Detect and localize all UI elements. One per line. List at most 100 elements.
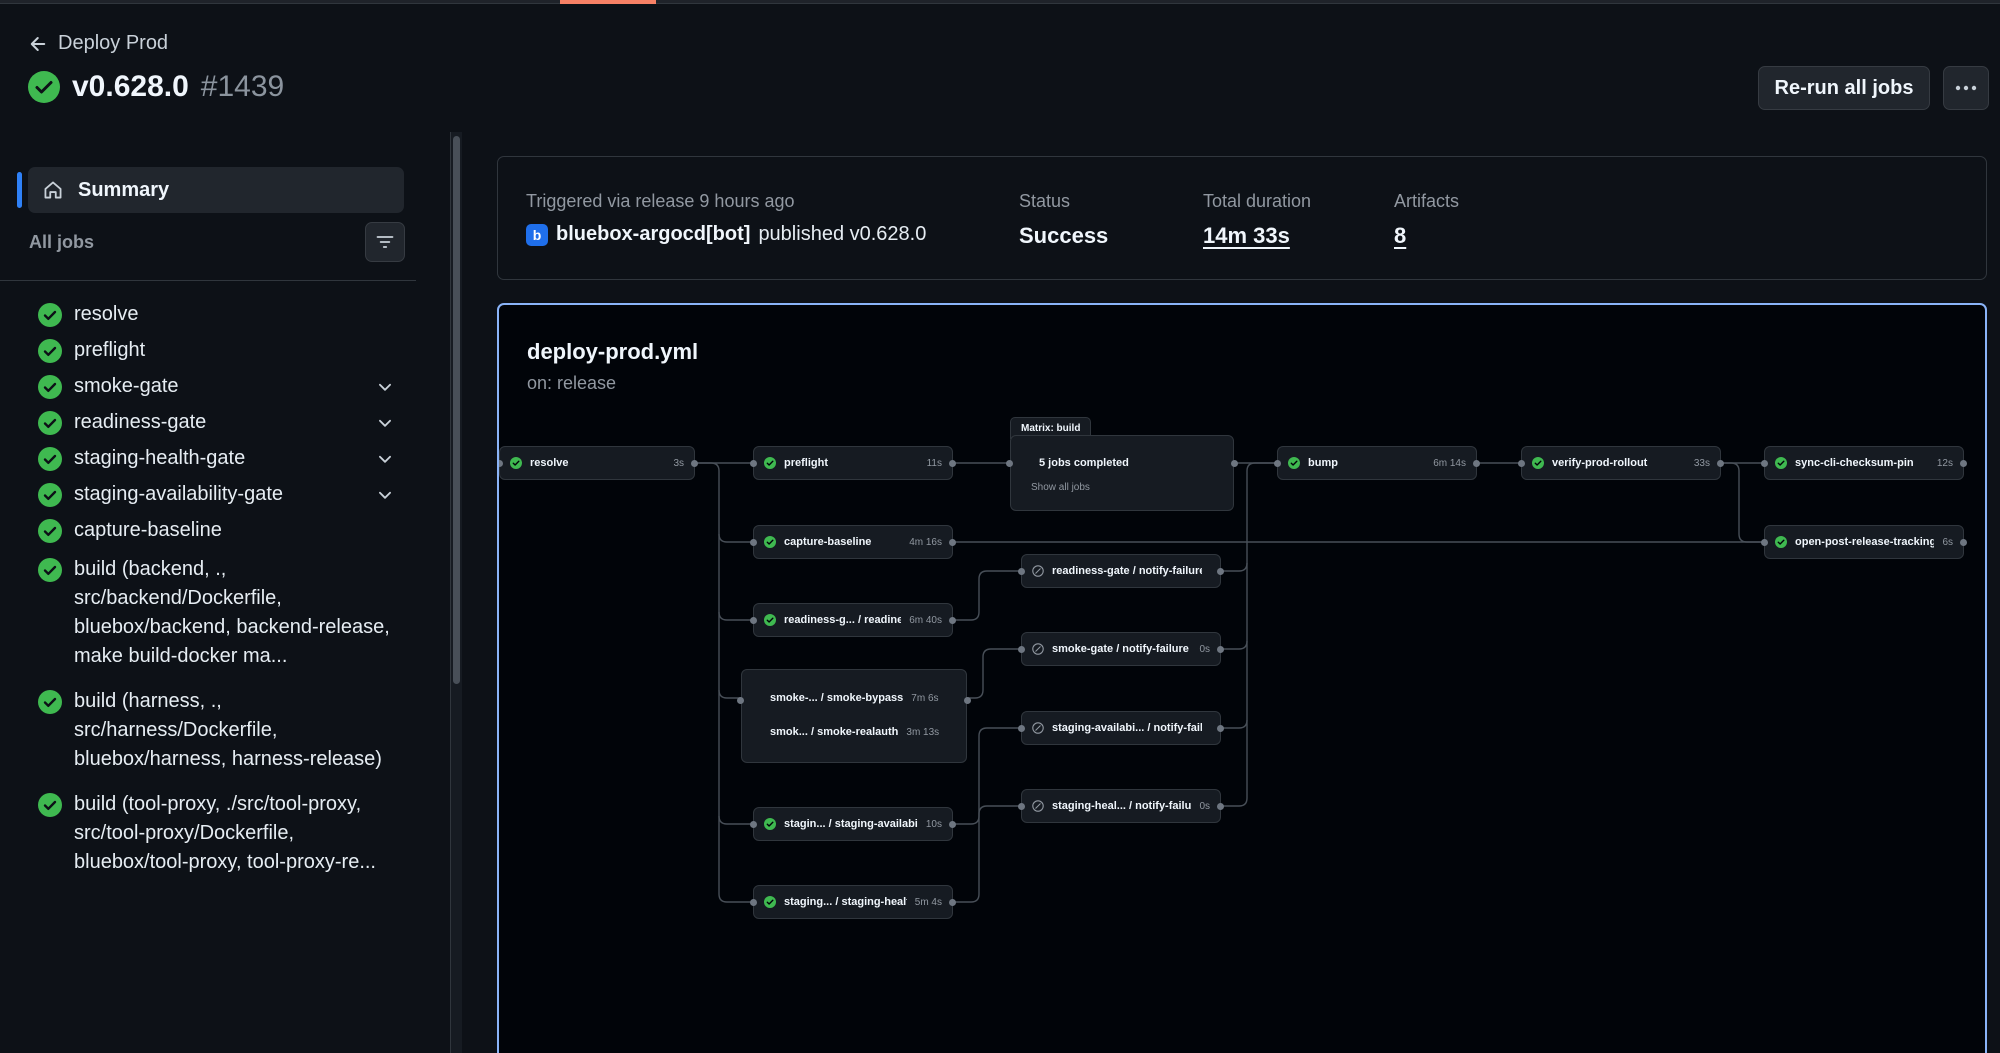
- job-node-smoke-notify[interactable]: smoke-gate / notify-failure 0s: [1021, 632, 1221, 666]
- edge-port: [1018, 725, 1025, 732]
- edge-port: [1217, 725, 1224, 732]
- job-node-staging-availability[interactable]: stagin... / staging-availability 10s: [753, 807, 953, 841]
- sidebar-job-item[interactable]: build (backend, ., src/backend/Dockerfil…: [38, 555, 398, 671]
- edge-port: [1518, 460, 1525, 467]
- job-node-name: capture-baseline: [784, 536, 872, 548]
- matrix-summary: 5 jobs completed: [1031, 457, 1129, 469]
- edge-port: [691, 460, 698, 467]
- trigger-label: Triggered via release 9 hours ago: [526, 191, 795, 211]
- sidebar-job-item[interactable]: staging-health-gate: [38, 444, 398, 473]
- chevron-down-icon[interactable]: [376, 414, 394, 432]
- run-number: #1439: [200, 70, 285, 103]
- job-node-smoke-realauth[interactable]: smok... / smoke-realauth 3m 13s: [762, 726, 939, 738]
- success-check-icon: [764, 457, 776, 469]
- sidebar-divider: [0, 280, 416, 281]
- edge-port: [1006, 460, 1013, 467]
- skipped-icon: [1032, 643, 1044, 655]
- job-node-smoke-bypass[interactable]: smoke-... / smoke-bypass 7m 6s: [762, 692, 939, 704]
- chevron-down-icon[interactable]: [376, 378, 394, 396]
- sidebar-job-item[interactable]: resolve: [38, 300, 398, 329]
- scrollbar-thumb[interactable]: [453, 136, 460, 684]
- run-summary-card: Triggered via release 9 hours ago b blue…: [497, 156, 1987, 280]
- skipped-icon: [1032, 722, 1044, 734]
- job-list: resolve preflight smoke-gate readiness-gate…: [38, 300, 398, 893]
- more-options-button[interactable]: [1943, 66, 1989, 110]
- job-node-duration: 4m 16s: [909, 536, 942, 548]
- edge-port: [964, 697, 971, 704]
- status-value: Success: [1019, 223, 1109, 248]
- sidebar-item-summary[interactable]: Summary: [28, 167, 404, 213]
- job-node-preflight[interactable]: preflight 11s: [753, 446, 953, 480]
- duration-label: Total duration: [1203, 191, 1312, 211]
- success-check-icon: [1288, 457, 1300, 469]
- job-node-name: stagin... / staging-availability: [784, 818, 918, 830]
- graph-edges: [695, 462, 1764, 903]
- job-node-bump[interactable]: bump 6m 14s: [1277, 446, 1477, 480]
- sidebar-job-item[interactable]: readiness-gate: [38, 408, 398, 437]
- edge-port: [1274, 460, 1281, 467]
- sidebar-job-item[interactable]: build (tool-proxy, ./src/tool-proxy, src…: [38, 790, 398, 877]
- success-check-icon: [38, 411, 62, 435]
- edge-port: [750, 899, 757, 906]
- success-check-icon: [764, 614, 776, 626]
- filter-jobs-button[interactable]: [365, 222, 405, 262]
- job-node-staging-heal-notify[interactable]: staging-heal... / notify-failure 0s: [1021, 789, 1221, 823]
- sidebar-job-item[interactable]: smoke-gate: [38, 372, 398, 401]
- job-node-open-tracking[interactable]: open-post-release-tracking 6s: [1764, 525, 1964, 559]
- sidebar-job-item[interactable]: build (harness, ., src/harness/Dockerfil…: [38, 687, 398, 774]
- job-node-duration: 5m 4s: [914, 896, 942, 908]
- rerun-all-jobs-button[interactable]: Re-run all jobs: [1758, 66, 1930, 110]
- job-node-verify[interactable]: verify-prod-rollout 33s: [1521, 446, 1721, 480]
- actor-link[interactable]: bluebox-argocd[bot]: [556, 223, 750, 246]
- job-node-duration: 12s: [1936, 457, 1953, 469]
- duration-link[interactable]: 14m 33s: [1203, 223, 1290, 249]
- artifacts-label: Artifacts: [1394, 191, 1460, 211]
- edge-port: [949, 460, 956, 467]
- job-node-name: staging-heal... / notify-failure: [1052, 800, 1192, 812]
- job-node-name: preflight: [784, 457, 828, 469]
- run-title: v0.628.0 #1439: [28, 70, 284, 104]
- job-node-duration: 7m 6s: [911, 692, 939, 704]
- workflow-graph: deploy-prod.yml on: release resolve 3s pre…: [497, 303, 1987, 1053]
- artifacts-link[interactable]: 8: [1394, 223, 1406, 249]
- filter-icon: [376, 236, 394, 248]
- job-node-resolve[interactable]: resolve 3s: [499, 446, 695, 480]
- job-node-duration: 3s: [673, 457, 684, 469]
- back-link-label: Deploy Prod: [58, 32, 169, 54]
- job-node-sync[interactable]: sync-cli-checksum-pin 12s: [1764, 446, 1964, 480]
- edge-port: [1761, 539, 1768, 546]
- back-link[interactable]: Deploy Prod: [28, 32, 168, 55]
- job-label: preflight: [74, 339, 146, 361]
- arrow-left-icon: [30, 36, 46, 51]
- action-text: published v0.628.0: [758, 223, 927, 245]
- chevron-down-icon[interactable]: [376, 450, 394, 468]
- job-node-staging-health[interactable]: staging... / staging-health 5m 4s: [753, 885, 953, 919]
- job-node-name: sync-cli-checksum-pin: [1795, 457, 1914, 469]
- job-node-name: verify-prod-rollout: [1552, 457, 1648, 469]
- active-tab-indicator: [560, 0, 656, 4]
- sidebar-job-item[interactable]: preflight: [38, 336, 398, 365]
- job-node-staging-avail-notify[interactable]: staging-availabi... / notify-failure: [1021, 711, 1221, 745]
- job-node-readiness[interactable]: readiness-g... / readiness 6m 40s: [753, 603, 953, 637]
- show-all-jobs-link[interactable]: Show all jobs: [1031, 482, 1090, 493]
- job-node-readiness-notify[interactable]: readiness-gate / notify-failure: [1021, 554, 1221, 588]
- all-jobs-heading: All jobs: [29, 232, 95, 252]
- chevron-down-icon[interactable]: [376, 486, 394, 504]
- job-label: staging-health-gate: [74, 447, 246, 469]
- job-node-name: bump: [1308, 457, 1338, 469]
- success-check-icon: [1532, 457, 1544, 469]
- sidebar-job-item[interactable]: capture-baseline: [38, 516, 398, 545]
- job-node-duration: 6m 14s: [1433, 457, 1466, 469]
- edge-port: [1717, 460, 1724, 467]
- job-node-name: smok... / smoke-realauth: [770, 726, 899, 738]
- success-check-icon: [38, 375, 62, 399]
- edge-port: [1217, 568, 1224, 575]
- sidebar-scrollbar[interactable]: [450, 132, 462, 1053]
- job-node-capture-baseline[interactable]: capture-baseline 4m 16s: [753, 525, 953, 559]
- sidebar-job-item[interactable]: staging-availability-gate: [38, 480, 398, 509]
- sidebar-item-label: Summary: [78, 178, 170, 201]
- matrix-build-group[interactable]: 5 jobs completed Show all jobs: [1010, 435, 1234, 511]
- bot-avatar: b: [526, 223, 548, 246]
- success-check-icon: [38, 793, 62, 817]
- success-check-icon: [510, 457, 522, 469]
